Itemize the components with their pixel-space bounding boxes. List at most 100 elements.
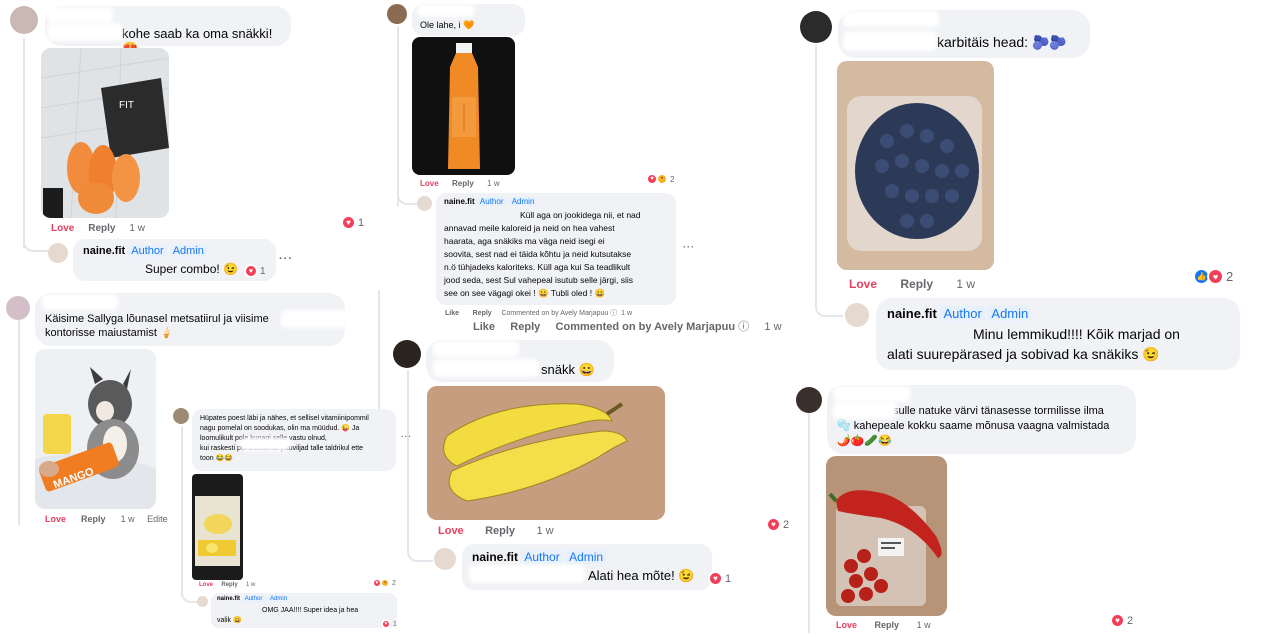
heart-reaction-icon: ♥ xyxy=(244,264,258,278)
author-badge: Author xyxy=(241,596,266,602)
avatar[interactable] xyxy=(800,11,832,43)
edited-label[interactable]: Edite xyxy=(147,514,168,524)
love-button[interactable]: Love xyxy=(849,277,877,291)
admin-badge: Admin xyxy=(169,245,207,257)
reply-button[interactable]: Reply xyxy=(452,179,474,188)
comment-photo-pomelo[interactable] xyxy=(192,474,243,580)
heart-reaction-icon: ♥ xyxy=(1110,613,1125,628)
thread-line xyxy=(407,538,433,562)
reply-button[interactable]: Reply xyxy=(221,582,237,588)
comment-photo-carrots[interactable]: FIT xyxy=(41,48,169,218)
reply-actions-large: Like Reply Commented on by Avely Marjapu… xyxy=(473,318,782,334)
reaction-count[interactable]: 👍 ♥ 2 xyxy=(1193,268,1233,285)
avatar[interactable] xyxy=(6,296,30,320)
thread-line xyxy=(407,370,409,550)
comment-actions: Love Reply 1 w xyxy=(199,582,255,588)
author-name[interactable]: naine.fit xyxy=(444,197,475,206)
reaction-count[interactable]: ♥ 1 xyxy=(708,571,731,586)
redaction xyxy=(242,440,288,448)
comment-text: Ole lahe, i 🧡 xyxy=(420,20,475,30)
juice-bottle-illustration xyxy=(412,37,515,175)
reaction-count[interactable]: ♥ 2 xyxy=(1110,613,1133,628)
heart-reaction-icon: ♥ xyxy=(766,517,781,532)
redaction xyxy=(45,297,115,307)
author-badge: Author xyxy=(521,550,563,564)
love-button[interactable]: Love xyxy=(199,582,213,588)
more-options-button[interactable]: ··· xyxy=(279,253,293,265)
avatar[interactable] xyxy=(173,408,189,424)
carrots-illustration: FIT xyxy=(41,48,169,218)
reply-button[interactable]: Reply xyxy=(88,223,115,234)
thread-line xyxy=(815,285,843,317)
author-name[interactable]: naine.fit xyxy=(887,306,937,321)
wow-reaction-icon: • xyxy=(380,578,390,588)
comment-photo-dog[interactable]: MANGO xyxy=(35,349,156,509)
bananas-illustration xyxy=(427,386,665,520)
timestamp: 1 w xyxy=(916,620,931,630)
reaction-count[interactable]: ♥ • 2 xyxy=(646,173,674,185)
reply-text: OMG JAA!!!! Super idea ja hea valik 😀 xyxy=(217,607,359,624)
author-name[interactable]: naine.fit xyxy=(472,550,518,564)
avatar[interactable] xyxy=(417,196,432,211)
love-button[interactable]: Love xyxy=(836,620,857,630)
reply-button[interactable]: Reply xyxy=(485,525,515,537)
reply-text: Küll aga on jookidega nii, et nad annava… xyxy=(444,210,641,298)
more-options-button[interactable]: ··· xyxy=(683,242,695,252)
thread-line xyxy=(808,413,810,633)
author-badge: Author xyxy=(476,197,507,206)
author-name[interactable]: naine.fit xyxy=(217,596,240,602)
reaction-count[interactable]: ♥ 1 xyxy=(341,215,364,230)
wow-reaction-icon: • xyxy=(656,173,668,185)
thread-line xyxy=(18,320,20,525)
comment-photo-bananas[interactable] xyxy=(427,386,665,520)
avatar[interactable] xyxy=(393,340,421,368)
avatar[interactable] xyxy=(434,548,456,570)
heart-reaction-icon: ♥ xyxy=(341,215,356,230)
avatar[interactable] xyxy=(796,387,822,413)
reply-button[interactable]: Reply xyxy=(900,277,933,291)
avatar[interactable] xyxy=(845,303,869,327)
love-button[interactable]: Love xyxy=(420,179,439,188)
avatar[interactable] xyxy=(387,4,407,24)
reaction-count[interactable]: ♥ 1 xyxy=(381,619,397,629)
reaction-count[interactable]: ♥ • 2 xyxy=(372,578,396,588)
comment-text: snäkk 😀 xyxy=(541,362,595,377)
redaction xyxy=(836,389,908,399)
timestamp: 1 w xyxy=(129,223,145,234)
comment-photo-blueberries[interactable] xyxy=(837,61,994,270)
reply-button[interactable]: Reply xyxy=(875,620,900,630)
like-button[interactable]: Like xyxy=(473,321,495,333)
reply-button[interactable]: Reply xyxy=(473,310,492,317)
avatar[interactable] xyxy=(197,596,208,607)
love-button[interactable]: Love xyxy=(438,525,464,537)
timestamp: 1 w xyxy=(764,321,782,333)
reply-bubble: naine.fit Author Admin Alati hea mõte! 😉 xyxy=(462,544,712,590)
thread-line xyxy=(23,225,49,252)
reply-actions-small: Like Reply Commented on by Avely Marjapu… xyxy=(445,308,632,318)
comment-actions: Love Reply 1 w xyxy=(51,223,145,234)
redaction xyxy=(420,7,472,14)
heart-reaction-icon: ♥ xyxy=(708,571,723,586)
avatar[interactable] xyxy=(48,243,68,263)
reaction-count[interactable]: ♥ 2 xyxy=(766,517,789,532)
admin-badge: Admin xyxy=(566,550,607,564)
reply-button[interactable]: Reply xyxy=(81,514,106,524)
reply-bubble: naine.fit Author Admin Küll aga on jooki… xyxy=(436,193,676,305)
comment-photo-juice[interactable] xyxy=(412,37,515,175)
author-name[interactable]: naine.fit xyxy=(83,245,125,257)
reaction-count[interactable]: ♥ 1 xyxy=(244,264,266,278)
comment-actions: Love Reply 1 w xyxy=(836,620,931,630)
redaction xyxy=(836,405,894,416)
redaction xyxy=(284,313,344,325)
reply-button[interactable]: Reply xyxy=(510,321,540,333)
commented-on-label: Commented on by Avely Marjapuu xyxy=(555,321,736,333)
timestamp: 1 w xyxy=(536,525,554,537)
love-button[interactable]: Love xyxy=(51,223,74,234)
reply-text: Alati hea mõte! 😉 xyxy=(588,568,695,583)
avatar[interactable] xyxy=(10,6,38,34)
redaction xyxy=(50,10,110,20)
admin-badge: Admin xyxy=(988,306,1032,321)
love-button[interactable]: Love xyxy=(45,514,66,524)
comment-photo-pepper[interactable] xyxy=(826,456,947,616)
like-button[interactable]: Like xyxy=(445,310,459,317)
